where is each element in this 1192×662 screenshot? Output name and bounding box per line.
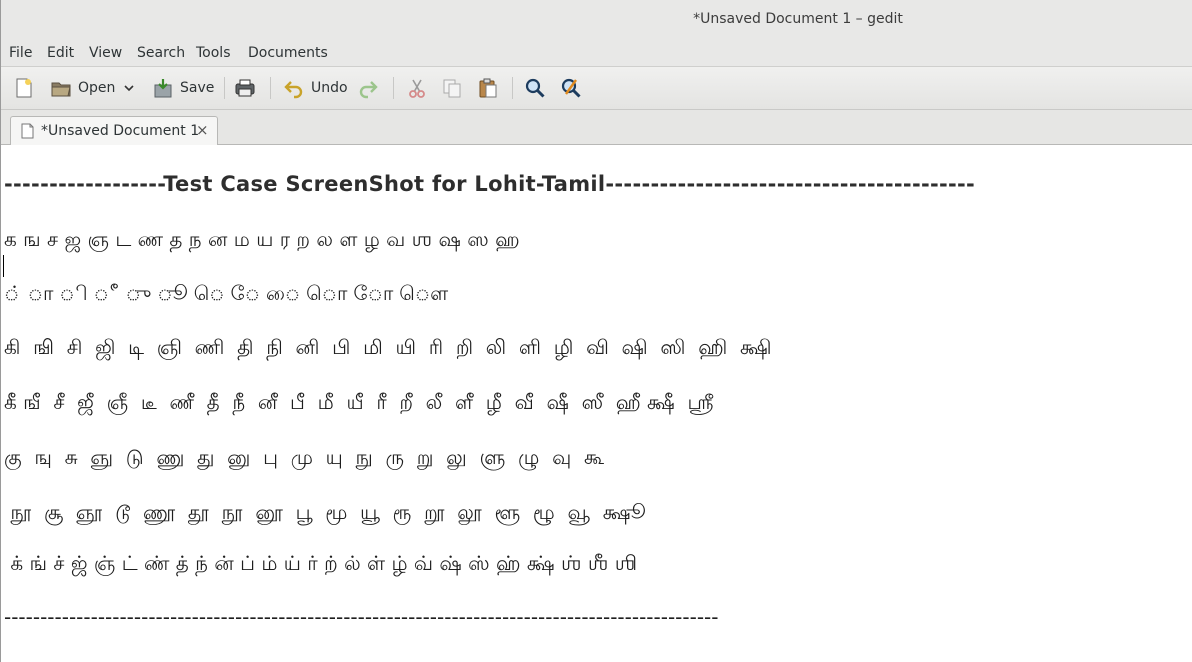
menu-tools[interactable]: Tools	[196, 45, 231, 61]
tab-label: *Unsaved Document 1	[41, 123, 200, 139]
menu-file[interactable]: File	[9, 45, 32, 61]
undo-icon	[284, 81, 303, 99]
menu-bar: File Edit View Search Tools Documents	[0, 40, 1192, 67]
print-button[interactable]	[234, 75, 256, 101]
title-bar: *Unsaved Document 1 – gedit	[0, 0, 1192, 41]
close-tab-icon[interactable]: ×	[196, 121, 209, 139]
menu-search[interactable]: Search	[137, 45, 185, 61]
toolbar-separator	[512, 77, 513, 99]
save-button[interactable]: Save	[152, 75, 214, 101]
text-cursor	[3, 255, 4, 277]
copy-button[interactable]	[441, 75, 463, 101]
save-icon	[154, 79, 172, 98]
find-replace-button[interactable]	[560, 75, 582, 101]
redo-icon	[359, 81, 378, 99]
document-tab-strip: *Unsaved Document 1 ×	[0, 110, 1192, 145]
document-line-heading: ------------------Test Case ScreenShot f…	[4, 172, 976, 196]
new-document-button[interactable]	[13, 75, 35, 101]
paste-button[interactable]	[477, 75, 499, 101]
find-button[interactable]	[524, 75, 546, 101]
chevron-down-icon	[124, 85, 134, 92]
copy-icon	[443, 79, 461, 98]
scissors-icon	[409, 79, 425, 98]
recent-files-dropdown[interactable]	[122, 75, 136, 101]
find-replace-icon	[561, 78, 581, 98]
window-title: *Unsaved Document 1 – gedit	[693, 11, 903, 27]
window-border	[0, 0, 1, 662]
toolbar-separator	[393, 77, 394, 99]
toolbar: Open Save Undo	[0, 67, 1192, 110]
folder-open-icon	[51, 82, 71, 97]
paste-icon	[479, 78, 497, 98]
tab-unsaved-document-1[interactable]: *Unsaved Document 1 ×	[10, 116, 218, 145]
document-line-divider: ----------------------------------------…	[4, 605, 719, 629]
document-line: கி ஙி சி ஜி டி ஞி ணி தி நி னி பி மி யி ர…	[4, 335, 772, 359]
document-line: க் ங் ச் ஜ் ஞ் ட் ண் த் ந் ன் ப் ம் ய் ர…	[4, 551, 636, 575]
new-document-icon	[16, 78, 32, 98]
undo-button[interactable]: Undo	[283, 75, 348, 101]
save-label: Save	[180, 80, 215, 96]
print-icon	[235, 79, 255, 97]
undo-label: Undo	[311, 80, 348, 96]
menu-edit[interactable]: Edit	[47, 45, 74, 61]
search-icon	[525, 78, 545, 98]
redo-button[interactable]	[357, 75, 379, 101]
open-label: Open	[78, 80, 116, 96]
text-editor-area[interactable]: ------------------Test Case ScreenShot f…	[0, 145, 1192, 662]
document-line: கீ ஙீ சீ ஜீ ஞீ டீ ணீ தீ நீ னீ பீ மீ யீ ர…	[4, 390, 714, 414]
menu-documents[interactable]: Documents	[248, 45, 328, 61]
cut-button[interactable]	[406, 75, 428, 101]
document-line: ் ா ி ீ ு ூ ெ ே ை ொ ோ ௌ	[4, 281, 449, 305]
menu-view[interactable]: View	[89, 45, 122, 61]
toolbar-separator	[270, 77, 271, 99]
document-line: கு ஙு சு ஞு டு ணு து னு பு மு யு நு ரு ற…	[4, 445, 604, 469]
document-line: நூ சூ ஞூ டூ ணூ தூ நூ னூ பூ மூ யூ ரூ றூ ல…	[4, 500, 646, 524]
document-line: க ங ச ஜ ஞ ட ண த ந ன ம ய ர ற ல ள ழ வ ஶ ஷ …	[4, 227, 520, 251]
toolbar-separator	[224, 77, 225, 99]
document-icon	[21, 123, 34, 139]
open-button[interactable]: Open	[50, 75, 115, 101]
